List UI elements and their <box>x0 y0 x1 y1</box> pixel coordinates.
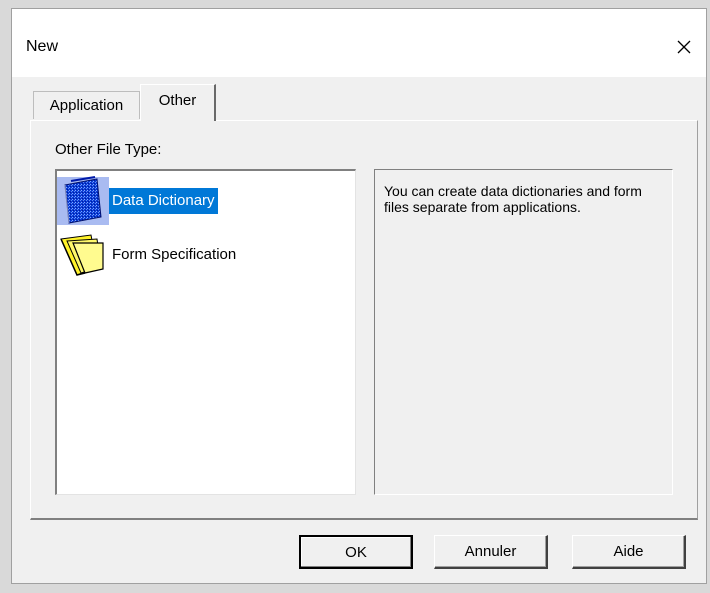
list-item-label: Data Dictionary <box>109 188 218 214</box>
title-bar: New <box>12 9 706 77</box>
tab-application[interactable]: Application <box>33 91 140 119</box>
tab-application-label: Application <box>49 97 124 114</box>
ok-button[interactable]: OK <box>299 535 413 569</box>
file-type-list[interactable]: Data Dictionary Form Specification <box>55 169 356 495</box>
list-item-data-dictionary[interactable]: Data Dictionary <box>57 175 218 227</box>
form-specification-icon <box>60 234 104 276</box>
list-item-label: Form Specification <box>112 246 237 263</box>
cancel-button[interactable]: Annuler <box>434 535 548 569</box>
help-button[interactable]: Aide <box>572 535 686 569</box>
tab-other-label: Other <box>158 91 197 109</box>
data-dictionary-icon <box>57 176 109 225</box>
window-title: New <box>26 38 59 55</box>
close-icon <box>677 40 691 54</box>
other-file-type-label: Other File Type: <box>55 141 162 158</box>
tab-other[interactable]: Other <box>140 84 216 121</box>
description-box: You can create data dictionaries and for… <box>374 169 673 495</box>
list-item-form-specification[interactable]: Form Specification <box>57 229 239 281</box>
new-dialog: New Application Other File Type: Data Di… <box>11 8 707 584</box>
close-button[interactable] <box>664 31 704 63</box>
tab-panel-other: Other File Type: Data Dictionary Form Sp… <box>30 120 698 520</box>
